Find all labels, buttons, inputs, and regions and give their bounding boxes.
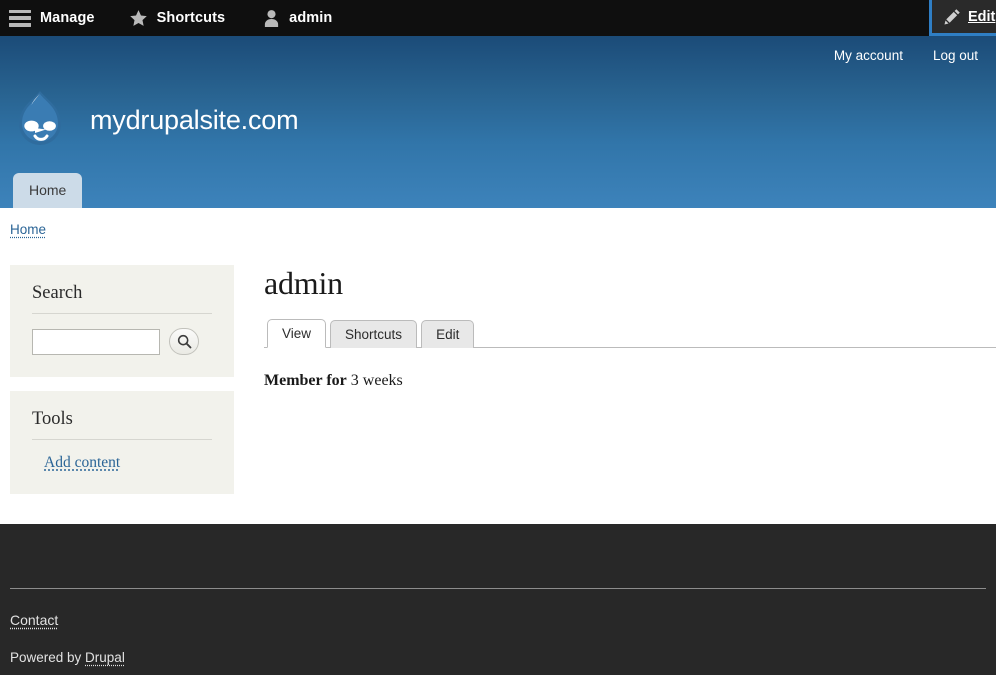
pencil-icon (944, 8, 961, 25)
member-for-value: 3 weeks (351, 372, 403, 389)
toolbar-item-account-label: admin (289, 10, 332, 26)
toolbar-item-shortcuts-label: Shortcuts (157, 10, 226, 26)
search-block-title: Search (32, 283, 212, 314)
site-header: My account Log out mydrupalsite.com Home (0, 36, 996, 208)
my-account-link[interactable]: My account (834, 48, 903, 63)
main-content: admin View Shortcuts Edit Member for 3 w… (234, 265, 996, 390)
block-tools: Tools Add content (10, 391, 234, 494)
tab-shortcuts[interactable]: Shortcuts (330, 320, 417, 348)
search-submit-button[interactable] (169, 328, 199, 355)
star-icon (129, 9, 148, 28)
toolbar-item-shortcuts[interactable]: Shortcuts (117, 0, 252, 36)
toolbar-item-manage[interactable]: Manage (0, 0, 117, 36)
toolbar-item-account[interactable]: admin (251, 0, 348, 36)
search-form (32, 328, 212, 355)
main-menu-item-home[interactable]: Home (13, 173, 82, 208)
site-branding[interactable]: mydrupalsite.com (10, 88, 298, 152)
site-footer: Contact Powered by Drupal (0, 524, 996, 675)
drupal-droplet-logo (10, 88, 70, 152)
person-icon (263, 9, 280, 28)
powered-by-prefix: Powered by (10, 650, 85, 665)
page-title: admin (264, 265, 996, 302)
breadcrumb: Home (0, 208, 996, 237)
site-name: mydrupalsite.com (90, 105, 298, 136)
tools-list: Add content (32, 454, 212, 472)
local-tasks-tabs: View Shortcuts Edit (264, 318, 996, 348)
hamburger-menu-icon (9, 10, 31, 27)
tools-block-title: Tools (32, 409, 212, 440)
contextual-edit-label: Edit (968, 9, 995, 25)
drupal-link[interactable]: Drupal (85, 650, 125, 665)
main-menu: Home (13, 173, 82, 208)
list-item: Add content (44, 454, 212, 472)
footer-menu: Contact (10, 612, 58, 630)
page-body: Home Search (0, 208, 996, 524)
admin-toolbar-items: Manage Shortcuts admin (0, 0, 348, 36)
user-account-links: My account Log out (834, 36, 978, 74)
toolbar-item-manage-label: Manage (40, 10, 95, 26)
member-for-row: Member for 3 weeks (264, 348, 996, 390)
log-out-link[interactable]: Log out (933, 48, 978, 63)
powered-by-text: Powered by Drupal (10, 650, 125, 665)
block-search: Search (10, 265, 234, 377)
page-columns: Search Tools (0, 237, 996, 508)
tools-item-add-content[interactable]: Add content (44, 454, 120, 471)
contextual-edit-button[interactable]: Edit (929, 0, 996, 36)
tab-edit[interactable]: Edit (421, 320, 474, 348)
search-icon (177, 334, 192, 349)
breadcrumb-item-home[interactable]: Home (10, 222, 46, 237)
sidebar-first: Search Tools (10, 265, 234, 508)
footer-divider (10, 588, 986, 589)
tab-view[interactable]: View (267, 319, 326, 348)
search-input[interactable] (32, 329, 160, 355)
admin-toolbar: Manage Shortcuts admin Edit (0, 0, 996, 36)
footer-contact-link[interactable]: Contact (10, 612, 58, 628)
member-for-label: Member for (264, 372, 347, 389)
